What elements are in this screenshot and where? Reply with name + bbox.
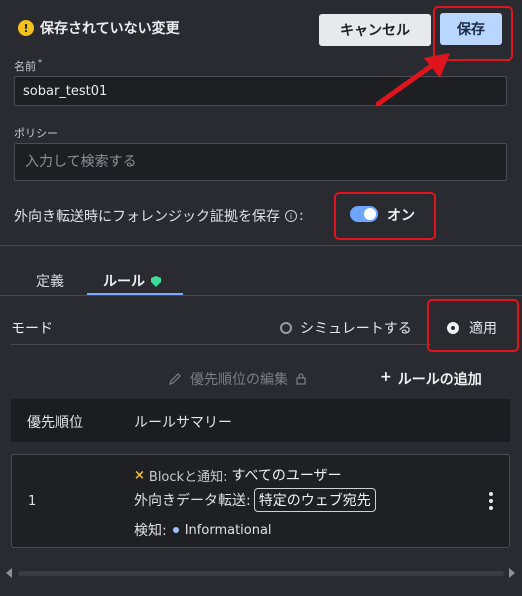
- add-rule-button[interactable]: + ルールの追加: [380, 369, 482, 389]
- cancel-button[interactable]: キャンセル: [319, 14, 431, 46]
- unsaved-changes-indicator: ! 保存されていない変更: [18, 18, 180, 38]
- annotation-highlight-enforce: [427, 299, 519, 352]
- tabs-divider: [0, 295, 522, 296]
- informational-dot-icon: [172, 527, 179, 533]
- mode-simulate-option[interactable]: シミュレートする: [280, 318, 412, 338]
- pencil-icon: [169, 373, 181, 385]
- lock-icon: [296, 373, 306, 385]
- required-mark: *: [38, 58, 42, 68]
- column-header-summary[interactable]: ルールサマリー: [134, 412, 232, 432]
- tab-definition[interactable]: 定義: [36, 271, 64, 291]
- rule-detection-line: 検知: Informational: [134, 522, 272, 540]
- rule-transfer-line: 外向きデータ転送: 特定のウェブ宛先: [134, 488, 376, 512]
- forensic-label: 外向き転送時にフォレンジック証拠を保存: [14, 209, 280, 225]
- plus-icon: +: [380, 369, 392, 385]
- horizontal-scrollbar[interactable]: [18, 571, 504, 576]
- info-icon[interactable]: i: [285, 210, 297, 222]
- edit-priority-button[interactable]: 優先順位の編集: [168, 369, 306, 389]
- policy-label: ポリシー: [14, 127, 58, 140]
- rules-table-header: [11, 399, 510, 442]
- name-label: 名前 *: [14, 58, 42, 73]
- mode-divider: [11, 344, 431, 345]
- block-x-icon: ×: [134, 467, 145, 483]
- shield-icon: [151, 276, 161, 287]
- rule-action-line: × Blockと通知: すべてのユーザー: [134, 467, 342, 485]
- kebab-menu-icon[interactable]: [489, 492, 493, 510]
- annotation-arrow: [375, 53, 450, 107]
- mode-label: モード: [11, 321, 53, 337]
- tab-rules[interactable]: ルール: [103, 271, 161, 291]
- scroll-left-icon[interactable]: [6, 568, 12, 578]
- policy-search-input[interactable]: [14, 143, 507, 181]
- row-priority: 1: [28, 494, 37, 509]
- radio-simulate[interactable]: [280, 322, 292, 334]
- column-header-priority[interactable]: 優先順位: [27, 412, 83, 432]
- unsaved-changes-text: 保存されていない変更: [40, 21, 180, 37]
- forensic-evidence-setting: 外向き転送時にフォレンジック証拠を保存 i :: [14, 206, 304, 226]
- forensic-colon: :: [299, 208, 304, 224]
- destination-chip[interactable]: 特定のウェブ宛先: [253, 488, 376, 512]
- scroll-right-icon[interactable]: [509, 568, 515, 578]
- annotation-highlight-toggle: [334, 192, 436, 240]
- section-divider: [0, 245, 522, 246]
- warning-icon: !: [18, 20, 34, 36]
